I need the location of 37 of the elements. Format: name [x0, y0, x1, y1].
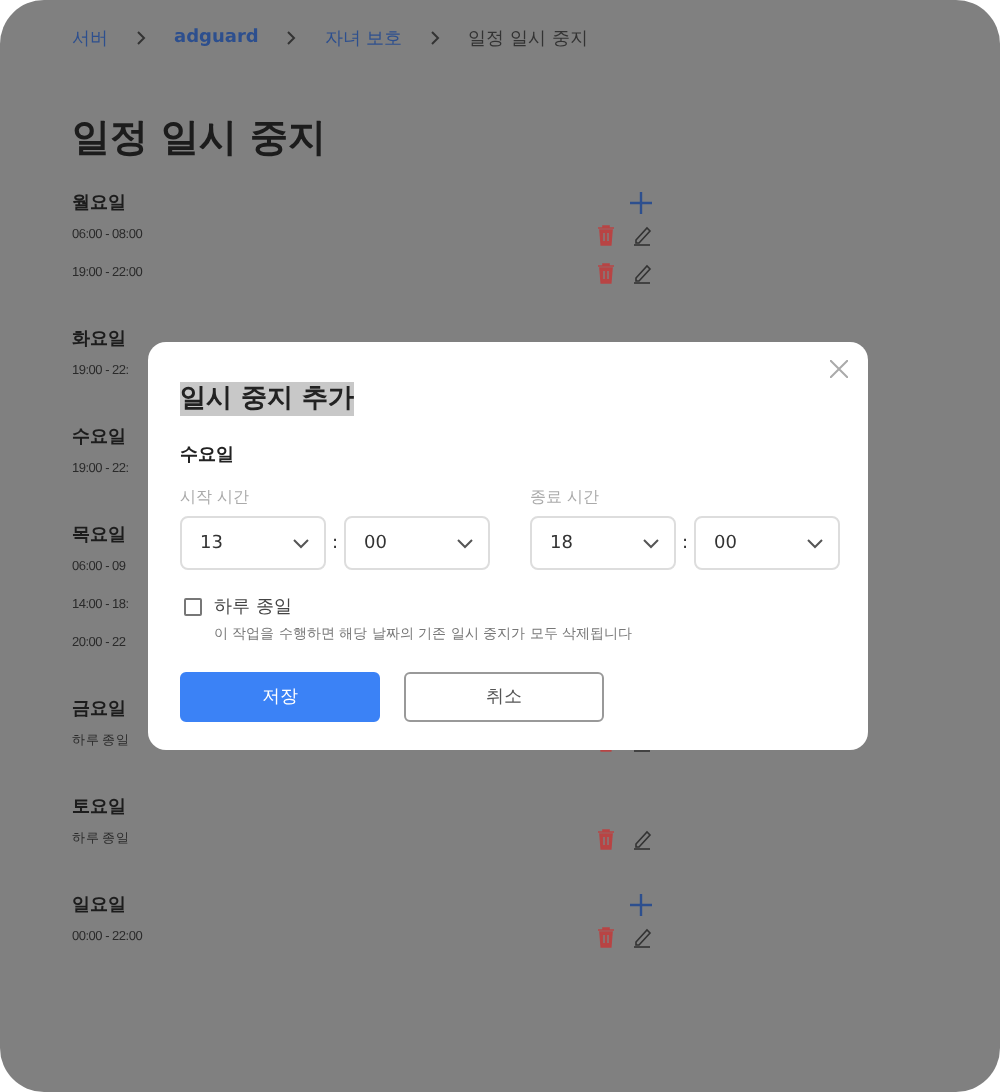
time-select[interactable]: 00: [694, 516, 840, 570]
checkbox[interactable]: [184, 598, 202, 616]
day-heading: 금요일: [72, 697, 126, 721]
save-button[interactable]: 저장: [180, 672, 380, 722]
trash-icon[interactable]: [596, 224, 616, 246]
day-heading: 월요일: [72, 191, 126, 215]
time-separator: :: [330, 533, 340, 553]
chevron-down-icon: [456, 537, 474, 549]
add-icon[interactable]: [630, 893, 652, 915]
day-heading: 화요일: [72, 327, 126, 351]
chevron-down-icon: [292, 537, 310, 549]
page-title: 일정 일시 중지: [72, 114, 329, 164]
time-select[interactable]: 00: [344, 516, 490, 570]
day-heading: 일요일: [72, 893, 126, 917]
time-separator: :: [680, 533, 690, 553]
time-select[interactable]: 13: [180, 516, 326, 570]
checkbox-label: 하루 종일: [214, 596, 294, 620]
chevron-right-icon: [430, 30, 441, 46]
cancel-button[interactable]: 취소: [404, 672, 604, 722]
trash-icon[interactable]: [596, 828, 616, 850]
day-label: 수요일: [180, 444, 236, 468]
field-label: 종료 시간: [530, 486, 602, 508]
day-heading: 목요일: [72, 523, 126, 547]
chevron-down-icon: [806, 537, 824, 549]
chevron-right-icon: [286, 30, 297, 46]
trash-icon[interactable]: [596, 262, 616, 284]
close-icon[interactable]: [830, 360, 848, 378]
chevron-down-icon: [642, 537, 660, 549]
breadcrumb-current: 일정 일시 중지: [468, 27, 588, 51]
day-heading: 수요일: [72, 425, 126, 449]
add-icon[interactable]: [630, 191, 652, 213]
trash-icon[interactable]: [596, 926, 616, 948]
dialog-title: 일시 중지 추가: [180, 382, 355, 416]
chevron-right-icon: [136, 30, 146, 46]
field-label: 시작 시간: [180, 486, 252, 508]
time-select[interactable]: 18: [530, 516, 676, 570]
day-heading: 토요일: [72, 795, 126, 819]
